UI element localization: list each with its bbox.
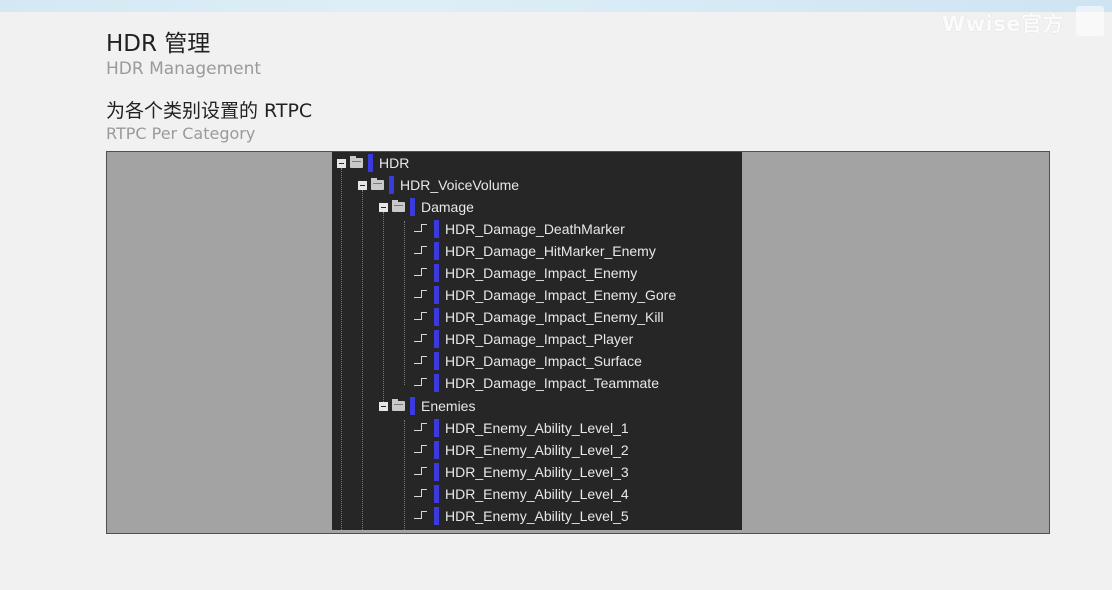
tree-node-label: Enemies	[421, 398, 476, 414]
watermark-logo-icon	[1076, 6, 1104, 36]
folder-icon	[371, 178, 384, 190]
tree-guide-line	[341, 168, 342, 530]
folder-icon	[350, 156, 363, 168]
tree-leaf-rtpc[interactable]: HDR_Enemy_Ability_Level_4	[414, 483, 629, 505]
tree-leaf-label: HDR_Damage_Impact_Teammate	[445, 375, 659, 391]
page-title-block: HDR 管理 HDR Management	[106, 30, 261, 80]
tree-leaf-rtpc[interactable]: HDR_Damage_HitMarker_Enemy	[414, 240, 656, 262]
section-title-english: RTPC Per Category	[106, 124, 256, 143]
color-bar	[434, 352, 439, 370]
color-bar	[434, 441, 439, 459]
tree-node-hdr[interactable]: HDR	[337, 152, 409, 174]
rtpc-icon	[414, 222, 430, 236]
page-title: HDR 管理	[106, 31, 211, 57]
rtpc-icon	[414, 465, 430, 479]
rtpc-icon	[414, 376, 430, 390]
rtpc-icon	[414, 332, 430, 346]
tree-leaf-rtpc[interactable]: HDR_Damage_Impact_Surface	[414, 350, 642, 372]
color-bar	[410, 397, 415, 415]
tree-leaf-label: HDR_Damage_HitMarker_Enemy	[445, 243, 656, 259]
tree-leaf-label: HDR_Damage_Impact_Surface	[445, 353, 642, 369]
tree-leaf-rtpc[interactable]: HDR_Enemy_Ability_Level_1	[414, 417, 629, 439]
tree-leaf-rtpc[interactable]: HDR_Damage_Impact_Enemy_Kill	[414, 306, 664, 328]
section-title: 为各个类别设置的 RTPC	[106, 100, 313, 122]
rtpc-tree-panel: HDR HDR_VoiceVolume Damage HDR_Damage_De…	[332, 152, 742, 530]
tree-guide-line	[404, 420, 405, 530]
tree-leaf-rtpc[interactable]: HDR_Enemy_Ability_Level_5	[414, 505, 629, 527]
section-title-block: 为各个类别设置的 RTPC RTPC Per Category	[106, 98, 312, 144]
screenshot-frame: HDR HDR_VoiceVolume Damage HDR_Damage_De…	[106, 151, 1050, 534]
tree-node-label: Damage	[421, 199, 474, 215]
tree-node-voice-volume[interactable]: HDR_VoiceVolume	[358, 174, 519, 196]
tree-leaf-rtpc[interactable]: HDR_Damage_Impact_Enemy_Gore	[414, 284, 676, 306]
color-bar	[434, 485, 439, 503]
color-bar	[410, 198, 415, 216]
tree-leaf-label: HDR_Enemy_Ability_Level_5	[445, 508, 629, 524]
color-bar	[389, 176, 394, 194]
watermark: Wwise官方	[941, 12, 1064, 36]
color-bar	[434, 419, 439, 437]
color-bar	[368, 154, 373, 172]
tree-node-label: HDR	[379, 155, 410, 171]
tree-leaf-label: HDR_Enemy_Ability_Level_4	[445, 486, 629, 502]
collapse-toggle-icon[interactable]	[337, 158, 346, 168]
tree-leaf-label: HDR_Enemy_Ability_Level_2	[445, 442, 629, 458]
rtpc-icon	[414, 288, 430, 302]
tree-leaf-label: HDR_Damage_DeathMarker	[445, 221, 625, 237]
tree-guide-line	[383, 212, 384, 406]
tree-node-label: HDR_VoiceVolume	[400, 177, 520, 193]
collapse-toggle-icon[interactable]	[358, 180, 367, 190]
tree-node-enemies[interactable]: Enemies	[379, 395, 475, 417]
color-bar	[434, 286, 439, 304]
tree-leaf-rtpc[interactable]: HDR_Enemy_Ability_Level_3	[414, 461, 629, 483]
tree-guide-line	[362, 190, 363, 530]
tree-leaf-rtpc[interactable]: HDR_Damage_Impact_Enemy	[414, 262, 637, 284]
tree-leaf-label: HDR_Damage_Impact_Player	[445, 331, 634, 347]
color-bar	[434, 507, 439, 525]
rtpc-icon	[414, 487, 430, 501]
color-bar	[434, 242, 439, 260]
rtpc-icon	[414, 443, 430, 457]
tree-guide-line	[404, 221, 405, 385]
folder-icon	[392, 200, 405, 212]
collapse-toggle-icon[interactable]	[379, 401, 388, 411]
rtpc-icon	[414, 310, 430, 324]
rtpc-icon	[414, 509, 430, 523]
tree-leaf-rtpc[interactable]: HDR_Enemy_Ability_Level_2	[414, 439, 629, 461]
collapse-toggle-icon[interactable]	[379, 202, 388, 212]
color-bar	[434, 308, 439, 326]
tree-leaf-label: HDR_Damage_Impact_Enemy_Kill	[445, 309, 664, 325]
rtpc-icon	[414, 266, 430, 280]
color-bar	[434, 330, 439, 348]
tree-leaf-label: HDR_Damage_Impact_Enemy_Gore	[445, 287, 677, 303]
tree-leaf-rtpc[interactable]: HDR_Damage_Impact_Player	[414, 328, 633, 350]
rtpc-icon	[414, 354, 430, 368]
folder-icon	[392, 399, 405, 411]
color-bar	[434, 374, 439, 392]
page-title-english: HDR Management	[106, 59, 262, 79]
tree-leaf-rtpc[interactable]: HDR_Damage_Impact_Teammate	[414, 372, 659, 394]
tree-leaf-rtpc[interactable]: HDR_Damage_DeathMarker	[414, 218, 625, 240]
color-bar	[434, 220, 439, 238]
tree-node-damage[interactable]: Damage	[379, 196, 474, 218]
rtpc-icon	[414, 244, 430, 258]
tree-leaf-label: HDR_Enemy_Ability_Level_1	[445, 420, 629, 436]
rtpc-icon	[414, 421, 430, 435]
color-bar	[434, 463, 439, 481]
color-bar	[434, 264, 439, 282]
tree-leaf-label: HDR_Damage_Impact_Enemy	[445, 265, 638, 281]
tree-leaf-label: HDR_Enemy_Ability_Level_3	[445, 464, 629, 480]
